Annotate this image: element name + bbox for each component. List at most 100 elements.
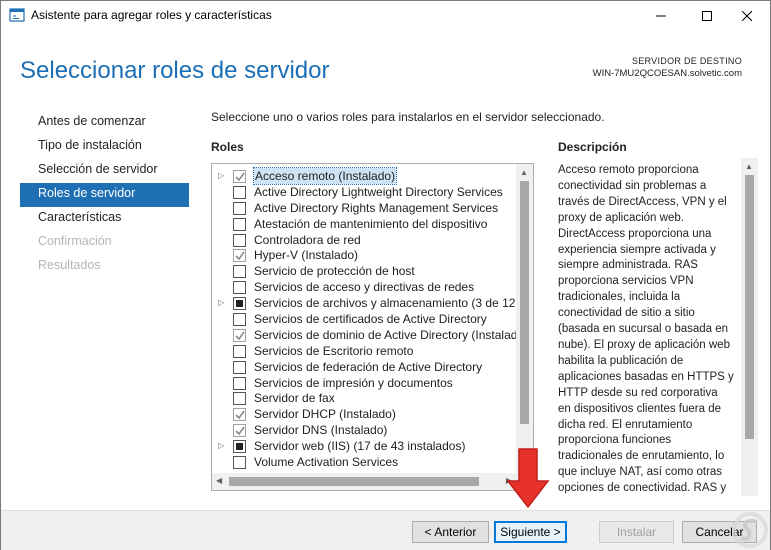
description-line: Acceso remoto proporciona (558, 164, 699, 176)
scrollbar-thumb[interactable] (229, 477, 479, 486)
role-checkbox[interactable] (233, 233, 246, 247)
role-row[interactable]: Servidor de fax (212, 390, 518, 406)
page-title: Seleccionar roles de servidor (20, 57, 330, 84)
description-vertical-scrollbar[interactable]: ▲ (741, 158, 758, 496)
description-line: siempre administrada. RAS (558, 259, 698, 272)
role-label: Servicios de Escritorio remoto (254, 343, 414, 358)
instruction-text: Seleccione uno o varios roles para insta… (211, 110, 605, 124)
expand-chevron-icon[interactable]: ▷ (218, 298, 226, 308)
role-label: Active Directory Lightweight Directory S… (254, 184, 503, 199)
role-label: Controladora de red (254, 232, 361, 247)
close-button[interactable] (724, 1, 770, 31)
nav-step-caracteristicas[interactable]: Características (20, 207, 189, 231)
role-label: Servicios de certificados de Active Dire… (254, 312, 487, 327)
role-row[interactable]: Servicios de certificados de Active Dire… (212, 311, 518, 327)
scrollbar-thumb[interactable] (745, 175, 754, 439)
description-line: nube). El proxy de aplicación web (558, 338, 730, 351)
role-checkbox[interactable] (233, 265, 246, 279)
nav-step-tipo-de-instalacion[interactable]: Tipo de instalación (20, 135, 189, 159)
role-checkbox (233, 249, 246, 263)
destination-server-value: WIN-7MU2QCOESAN.solvetic.com (592, 68, 742, 79)
roles-horizontal-scrollbar[interactable]: ◀ ▶ (212, 473, 533, 490)
role-checkbox[interactable] (233, 217, 246, 231)
role-checkbox[interactable] (233, 376, 246, 390)
description-line: conectividad de sitio a sitio (558, 307, 695, 320)
role-row[interactable]: ▷ Acceso remoto (Instalado) (212, 167, 518, 185)
role-checkbox[interactable] (233, 392, 246, 406)
wizard-steps-nav: Antes de comenzar Tipo de instalación Se… (20, 111, 189, 279)
description-line: proporciona servicios VPN (558, 275, 694, 288)
server-wizard-icon (9, 8, 25, 22)
role-label: Servicios de impresión y documentos (254, 375, 453, 390)
role-checkbox[interactable] (233, 360, 246, 374)
description-line: dicha red. El enrutamiento (558, 418, 693, 431)
maximize-icon (702, 11, 712, 21)
description-panel: Acceso remoto proporciona conectividad si… (558, 158, 758, 496)
nav-step-seleccion-de-servidor[interactable]: Selección de servidor (20, 159, 189, 183)
role-label: Atestación de mantenimiento del disposit… (254, 216, 488, 231)
role-label: Volume Activation Services (254, 455, 399, 470)
role-row[interactable]: Servidor DHCP (Instalado) (212, 406, 518, 422)
roles-vertical-scrollbar[interactable]: ▲ ▼ (516, 164, 533, 473)
description-line: que incluye NAT, así como otras (558, 466, 723, 479)
minimize-button[interactable] (638, 1, 684, 31)
role-row[interactable]: Servicios de Escritorio remoto (212, 343, 518, 359)
check-icon (235, 172, 245, 182)
role-row[interactable]: Servicios de impresión y documentos (212, 375, 518, 391)
nav-step-antes-de-comenzar[interactable]: Antes de comenzar (20, 111, 189, 135)
role-checkbox[interactable] (233, 185, 246, 199)
description-line: través de DirectAccess, VPN y el (558, 195, 727, 208)
role-row[interactable]: Servicios de acceso y directivas de rede… (212, 279, 518, 295)
scroll-left-icon[interactable]: ◀ (216, 476, 222, 485)
nav-step-resultados: Resultados (38, 258, 101, 272)
role-checkbox[interactable] (233, 344, 246, 358)
role-row[interactable]: Servidor DNS (Instalado) (212, 422, 518, 438)
window-title: Asistente para agregar roles y caracterí… (31, 8, 272, 22)
role-row[interactable]: Active Directory Lightweight Directory S… (212, 184, 518, 200)
scroll-up-icon[interactable]: ▲ (520, 168, 528, 177)
role-row[interactable]: ▷ Servicios de archivos y almacenamiento … (212, 295, 528, 311)
check-icon (235, 251, 245, 261)
description-line: tradicionales de enrutamiento, lo (558, 450, 725, 463)
description-text: Acceso remoto proporciona conectividad si… (558, 163, 736, 496)
role-checkbox (233, 170, 246, 183)
wizard-window: Asistente para agregar roles y caracterí… (0, 0, 771, 550)
description-heading: Descripción (558, 140, 627, 154)
scroll-up-icon[interactable]: ▲ (745, 162, 753, 171)
role-label: Servicios de federación de Active Direct… (254, 359, 483, 374)
role-checkbox[interactable] (233, 313, 246, 327)
role-checkbox-partial[interactable] (233, 440, 246, 454)
expand-chevron-icon[interactable]: ▷ (218, 171, 226, 181)
role-row[interactable]: Servicios de federación de Active Direct… (212, 359, 518, 375)
description-line: proxy de aplicación web. (558, 211, 684, 224)
minimize-icon (656, 15, 666, 17)
next-button[interactable]: Siguiente > (494, 521, 567, 543)
role-row[interactable]: Controladora de red (212, 232, 518, 248)
role-checkbox-partial[interactable] (233, 297, 246, 311)
role-row[interactable]: Hyper-V (Instalado) (212, 247, 518, 263)
role-label: Servicio de protección de host (254, 264, 415, 279)
expand-chevron-icon[interactable]: ▷ (218, 441, 226, 451)
install-button: Instalar (599, 521, 674, 543)
description-line: en dispositivos clientes fuera de (558, 402, 722, 415)
role-checkbox[interactable] (233, 456, 246, 470)
role-row[interactable]: Atestación de mantenimiento del disposit… (212, 216, 518, 232)
previous-button[interactable]: < Anterior (412, 521, 489, 543)
role-row[interactable]: Servicio de protección de host (212, 263, 518, 279)
role-checkbox[interactable] (233, 281, 246, 295)
roles-list: ▷ Acceso remoto (Instalado) Active Directo… (212, 167, 528, 470)
scrollbar-thumb[interactable] (520, 181, 529, 424)
role-checkbox[interactable] (233, 201, 246, 215)
role-label: Active Directory Rights Management Servi… (254, 200, 499, 215)
role-row[interactable]: Volume Activation Services (212, 454, 518, 470)
description-line: proporciona funciones (558, 434, 672, 447)
check-icon (235, 331, 245, 341)
role-checkbox (233, 424, 246, 438)
role-row[interactable]: Active Directory Rights Management Servi… (212, 200, 518, 216)
role-checkbox (233, 328, 246, 342)
role-row[interactable]: Servicios de dominio de Active Directory… (212, 327, 524, 343)
role-row[interactable]: ▷ Servidor web (IIS) (17 de 43 instalados… (212, 438, 518, 454)
nav-step-roles-de-servidor[interactable]: Roles de servidor (20, 183, 189, 207)
description-line: tradicionales, incluida la (558, 291, 681, 304)
roles-tree[interactable]: ▷ Acceso remoto (Instalado) Active Directo… (211, 163, 534, 491)
